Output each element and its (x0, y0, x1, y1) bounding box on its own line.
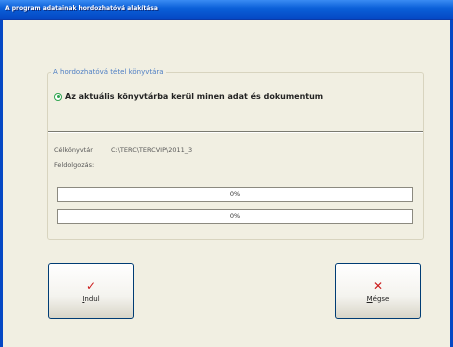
title-bar[interactable]: A program adatainak hordozhatóvá alakítá… (0, 0, 453, 20)
radio-label: Az aktuális könyvtárba kerül minen adat … (65, 92, 324, 101)
current-dir-radio-option[interactable]: Az aktuális könyvtárba kerül minen adat … (54, 92, 323, 101)
processing-label: Feldolgozás: (54, 161, 95, 169)
window-border-left (0, 20, 3, 347)
separator-highlight (48, 132, 423, 133)
progress-bar-2-text: 0% (229, 212, 241, 220)
progress-bar-1-text: 0% (229, 190, 241, 198)
start-button-label: Indul (82, 294, 100, 303)
radio-button-icon[interactable] (54, 92, 62, 101)
groupbox-title: A hordozhatóvá tétel könyvtára (51, 68, 166, 76)
progress-bar-1: 0% (57, 187, 413, 202)
cancel-button-label: Mégse (366, 294, 390, 303)
target-dir-label: Célkönyvtár (54, 146, 93, 154)
window-title: A program adatainak hordozhatóvá alakítá… (5, 5, 158, 12)
checkmark-icon: ✓ (85, 278, 97, 293)
start-button[interactable]: ✓ Indul (48, 263, 134, 319)
x-icon: ✕ (372, 278, 384, 293)
progress-bar-2: 0% (57, 209, 413, 224)
target-dir-path: C:\TERC\TERCVIP\2011_3 (111, 146, 193, 154)
cancel-button[interactable]: ✕ Mégse (335, 263, 421, 319)
